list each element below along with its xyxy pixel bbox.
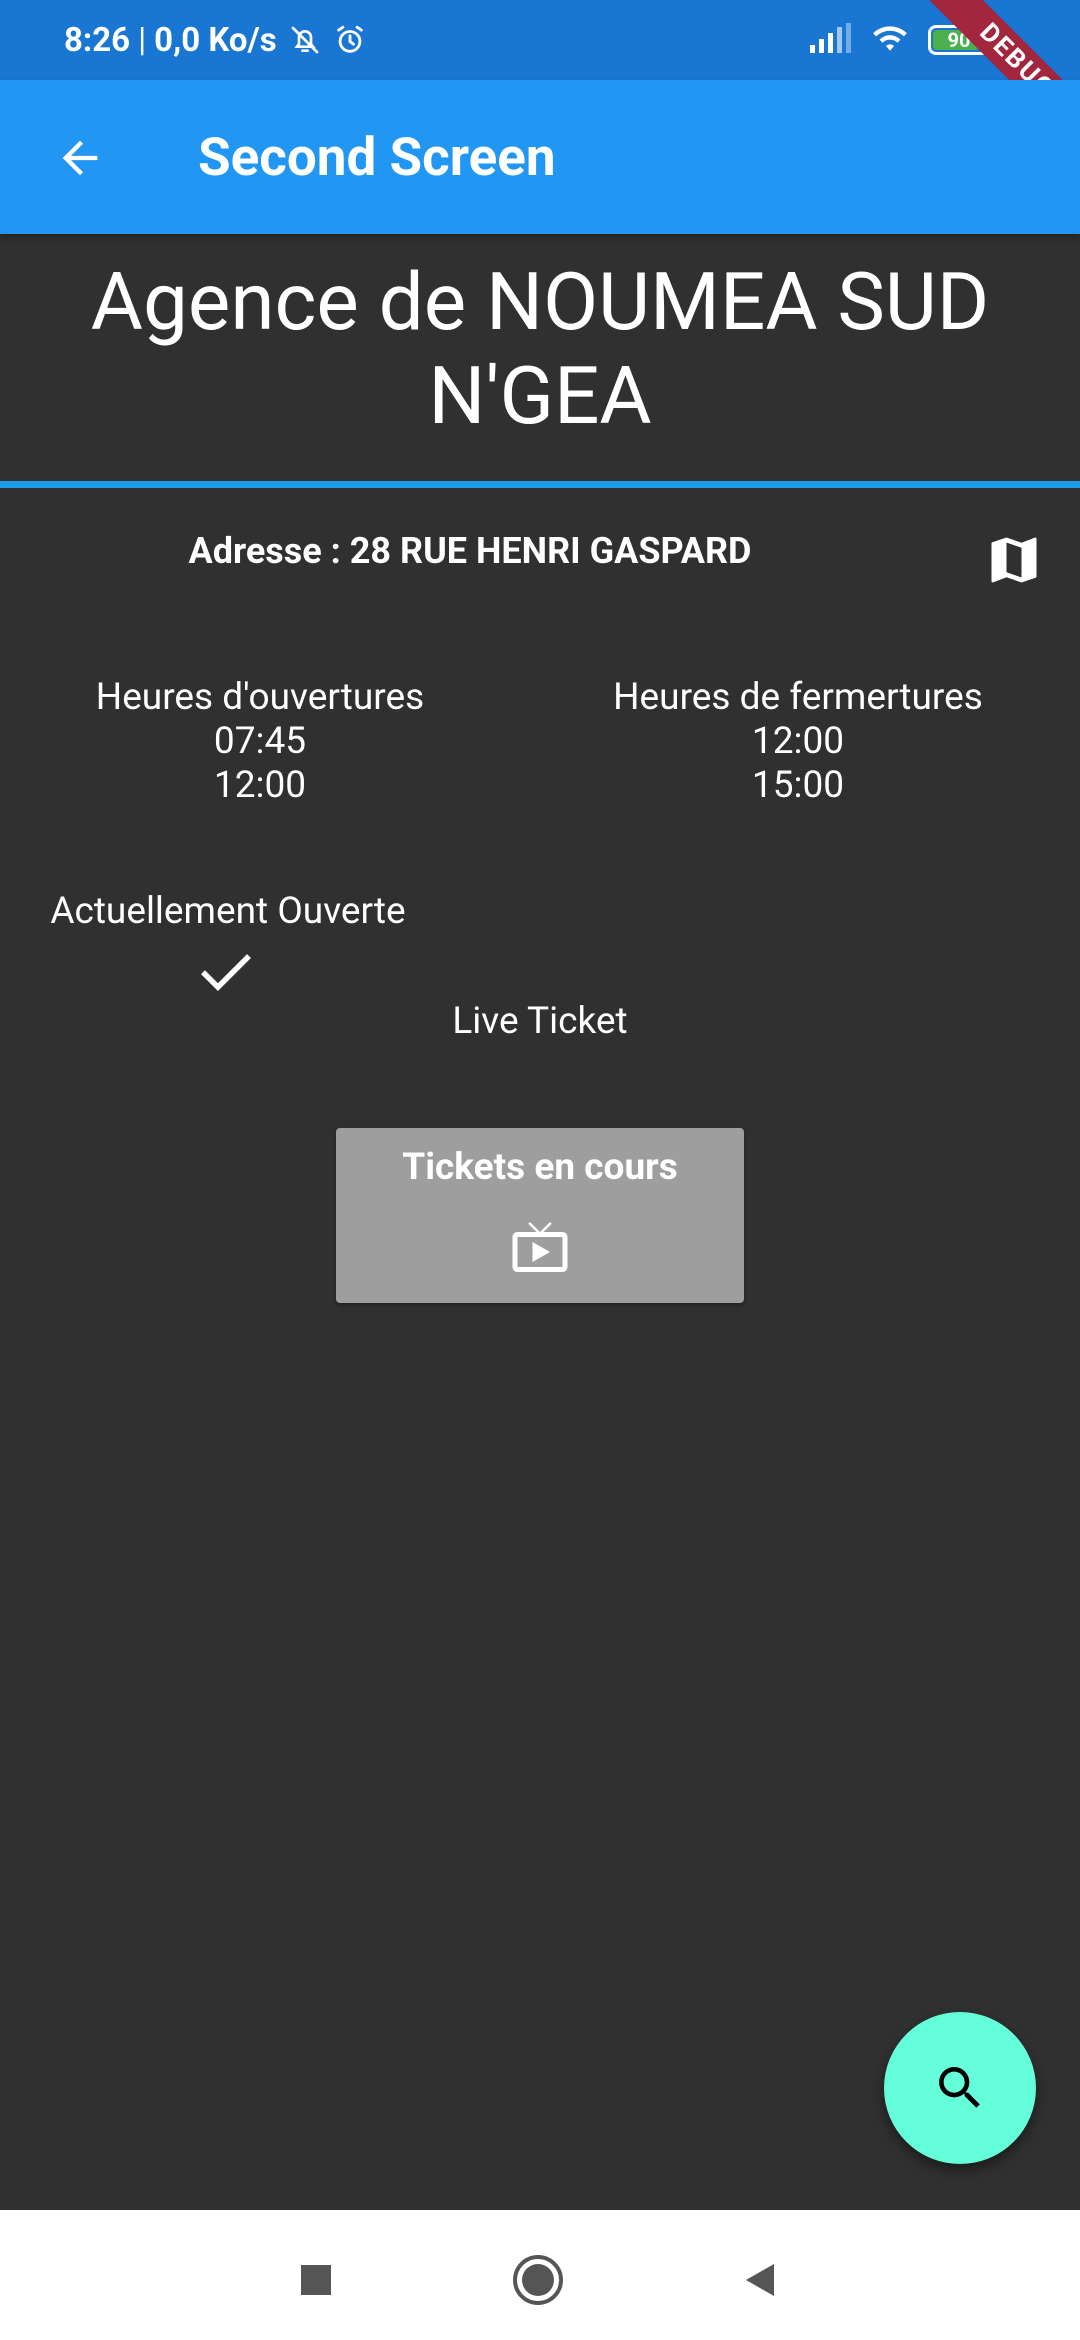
opening-time: 12:00 <box>213 764 307 807</box>
opening-hours-label: Heures d'ouvertures <box>95 676 425 719</box>
live-tv-icon <box>512 1222 568 1272</box>
signal-icon <box>810 23 852 57</box>
closing-hours-label: Heures de fermertures <box>613 676 983 719</box>
back-nav-button[interactable] <box>730 2250 790 2310</box>
recents-button[interactable] <box>286 2250 346 2310</box>
arrow-back-icon <box>62 140 98 176</box>
triangle-back-icon <box>746 2264 774 2296</box>
closing-time: 15:00 <box>751 764 845 807</box>
closing-time: 12:00 <box>751 720 845 763</box>
battery-level: 90 <box>947 28 971 52</box>
home-button[interactable] <box>508 2250 568 2310</box>
agency-address: Adresse : 28 RUE HENRI GASPARD <box>188 530 752 572</box>
status-bar: 8:26 | 0,0 Ko/s 90 <box>0 0 1080 80</box>
search-icon <box>939 2067 980 2108</box>
tickets-en-cours-button[interactable]: Tickets en cours <box>336 1128 744 1303</box>
bell-off-icon <box>289 23 321 57</box>
square-icon <box>301 2265 331 2295</box>
agency-title: Agence de NOUMEA SUD N'GEA <box>90 255 990 443</box>
check-icon <box>201 954 251 992</box>
tickets-button-label: Tickets en cours <box>402 1146 678 1189</box>
map-icon <box>991 537 1037 583</box>
status-right: 90 <box>810 0 995 80</box>
status-separator: | <box>138 20 147 60</box>
opening-hours: Heures d'ouvertures 07:45 12:00 <box>60 676 460 808</box>
map-button[interactable] <box>978 524 1050 596</box>
app-bar: Second Screen <box>0 80 1080 234</box>
system-navigation-bar <box>0 2210 1080 2340</box>
wifi-icon <box>870 22 910 58</box>
status-time: 8:26 <box>64 20 131 60</box>
page-title: Second Screen <box>198 126 556 188</box>
circle-icon <box>513 2255 563 2305</box>
alarm-icon <box>333 23 367 57</box>
status-left: 8:26 | 0,0 Ko/s <box>64 0 367 80</box>
divider <box>0 481 1080 488</box>
opening-time: 07:45 <box>213 720 307 763</box>
closing-hours: Heures de fermertures 12:00 15:00 <box>598 676 998 808</box>
open-status-label: Actuellement Ouverte <box>50 890 406 933</box>
battery-icon: 90 <box>928 25 995 55</box>
status-network-speed: 0,0 Ko/s <box>154 20 277 60</box>
live-ticket-label: Live Ticket <box>452 1000 628 1043</box>
search-fab[interactable] <box>884 2012 1036 2164</box>
back-button[interactable] <box>40 118 120 198</box>
